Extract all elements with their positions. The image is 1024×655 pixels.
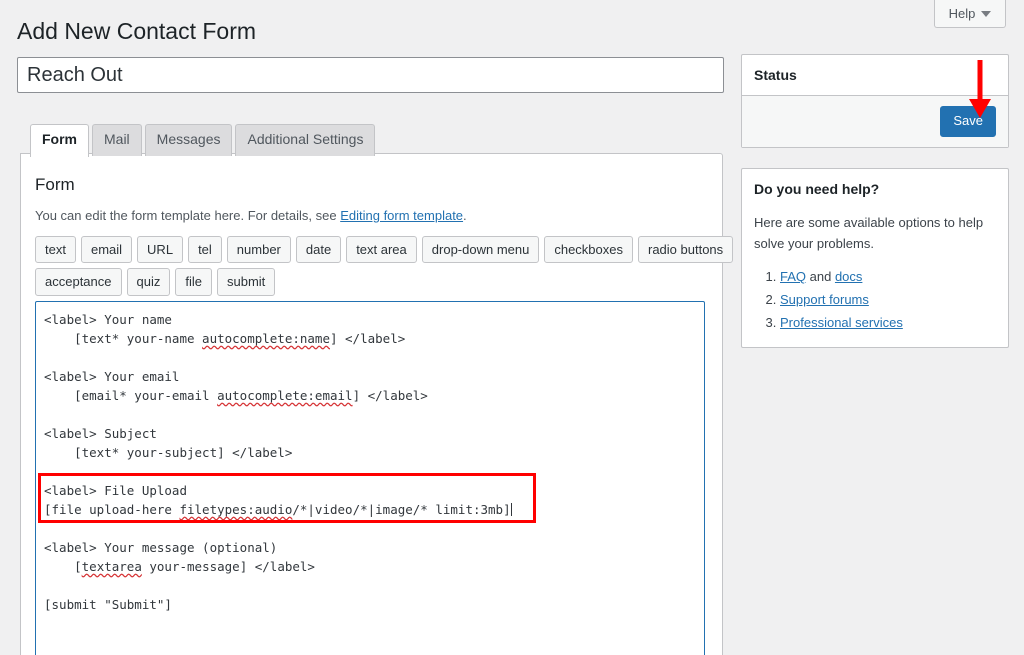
help-list-item: Professional services	[780, 312, 996, 335]
code-text: [	[44, 558, 82, 574]
sidebar: Status Save Do you need help? Here are s…	[741, 54, 1009, 368]
code-text: /*|video/*|image/* limit:3mb]	[292, 501, 511, 517]
status-box: Status Save	[741, 54, 1009, 148]
page-title: Add New Contact Form	[17, 18, 257, 44]
tag-button-acceptance[interactable]: acceptance	[35, 268, 122, 296]
tag-button-tel[interactable]: tel	[188, 235, 222, 264]
help-button-label: Help	[948, 6, 976, 21]
help-list-item: Support forums	[780, 289, 996, 312]
code-text: <label> File Upload	[44, 482, 187, 498]
tag-button-url[interactable]: URL	[137, 235, 184, 264]
tag-button-email[interactable]: email	[80, 235, 133, 264]
status-box-title: Status	[742, 55, 1008, 96]
code-text: [text* your-subject] </label>	[44, 444, 293, 460]
code-text: [text* your-name	[44, 330, 203, 346]
help-box: Do you need help? Here are some availabl…	[741, 167, 1009, 348]
help-link-docs[interactable]: docs	[835, 269, 862, 284]
spellcheck-underlined-text: autocomplete:email	[217, 387, 353, 403]
help-box-text: Here are some available options to help …	[754, 214, 984, 251]
tag-button-radio-buttons[interactable]: radio buttons	[638, 235, 734, 264]
spellcheck-underlined-text: textarea	[81, 558, 142, 574]
tab-form[interactable]: Form	[30, 124, 89, 157]
help-box-title: Do you need help?	[754, 180, 880, 197]
tab-messages[interactable]: Messages	[144, 124, 233, 156]
code-text: <label> Your email	[44, 368, 180, 384]
tag-button-drop-down-menu[interactable]: drop-down menu	[421, 235, 540, 264]
tag-button-checkboxes[interactable]: checkboxes	[544, 235, 633, 264]
tag-button-number[interactable]: number	[226, 235, 291, 264]
editing-form-template-link[interactable]: Editing form template	[340, 208, 463, 223]
section-title: Form	[35, 175, 75, 194]
chevron-down-icon	[981, 10, 992, 17]
tag-button-row-2: acceptance quiz file submit	[35, 268, 708, 296]
tag-button-file[interactable]: file	[175, 268, 212, 296]
spellcheck-underlined-text: autocomplete:name	[202, 330, 330, 346]
form-title-input[interactable]	[17, 57, 724, 93]
form-editor-panel: Form You can edit the form template here…	[20, 153, 734, 655]
form-template-editor[interactable]: <label> Your name [text* your-name autoc…	[35, 300, 705, 655]
tag-button-quiz[interactable]: quiz	[126, 268, 171, 296]
form-title-field-wrapper	[17, 57, 724, 93]
tab-additional-settings[interactable]: Additional Settings	[235, 124, 376, 156]
save-button[interactable]: Save	[940, 106, 996, 137]
code-text: <label> Your message (optional)	[44, 539, 278, 555]
help-link-faq[interactable]: FAQ	[780, 269, 806, 284]
status-box-footer: Save	[742, 96, 1008, 147]
tag-button-date[interactable]: date	[295, 235, 342, 264]
code-text: your-message] </label>	[141, 558, 315, 574]
help-list-item: FAQ and docs	[780, 266, 996, 289]
help-button[interactable]: Help	[934, 0, 1006, 28]
tag-button-text[interactable]: text	[35, 235, 76, 264]
code-text: ] </label>	[352, 387, 428, 403]
form-template-code[interactable]: <label> Your name [text* your-name autoc…	[44, 310, 696, 614]
code-text: ] </label>	[329, 330, 406, 346]
app-screen: Help Add New Contact Form FormMailMessag…	[0, 0, 1024, 655]
code-text: [submit "Submit"]	[44, 596, 172, 612]
text-caret	[510, 502, 512, 516]
help-box-list: FAQ and docs Support forums Professional s…	[754, 266, 996, 334]
editor-tabs: Form Mail Messages Additional Settings	[30, 124, 376, 157]
code-text: <label> Your name	[44, 311, 172, 327]
form-editor-panel-inner: Form You can edit the form template here…	[21, 154, 734, 655]
section-description: You can edit the form template here. For…	[35, 206, 708, 226]
tag-button-submit[interactable]: submit	[216, 268, 276, 296]
code-text: [file upload-here	[44, 501, 180, 517]
code-text: [email* your-email	[44, 387, 218, 403]
tag-generator-buttons: text email URL tel number date text area drop-d…	[35, 235, 734, 296]
spellcheck-underlined-text: filetypes:audio	[179, 501, 293, 517]
code-text: <label> Subject	[44, 425, 157, 441]
help-link-support-forums[interactable]: Support forums	[780, 292, 869, 307]
section-description-text: You can edit the form template here. For…	[35, 208, 341, 224]
help-link-separator: and	[806, 269, 835, 285]
help-link-professional-services[interactable]: Professional services	[780, 315, 903, 330]
tab-mail[interactable]: Mail	[92, 124, 142, 156]
tag-button-row-1: text email URL tel number date text area drop-d…	[35, 235, 734, 264]
section-description-suffix: .	[463, 208, 467, 224]
tag-button-text-area[interactable]: text area	[346, 235, 417, 264]
